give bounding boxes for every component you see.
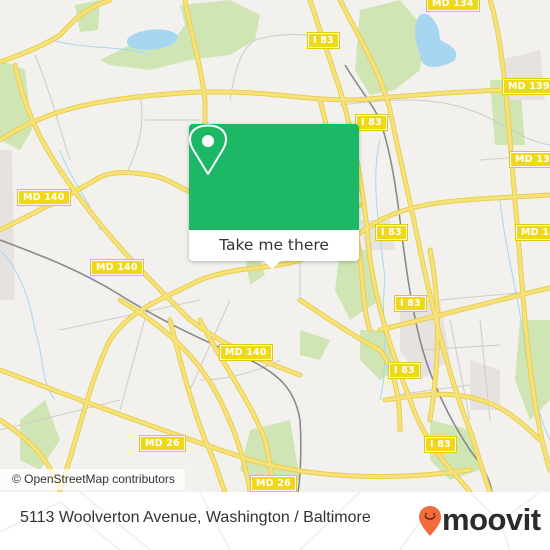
map-attribution[interactable]: © OpenStreetMap contributors: [0, 469, 185, 490]
location-popup: Take me there: [189, 124, 359, 269]
road-shield-md26: MD 26: [250, 475, 297, 492]
road-shield-md139: MD 139: [502, 78, 550, 95]
road-shield-i83: I 83: [355, 114, 388, 131]
road-shield-md139: MD 139: [509, 151, 550, 168]
popup-tail: [263, 260, 281, 269]
road-shield-i83: I 83: [394, 295, 427, 312]
moovit-wordmark: moovit: [442, 502, 541, 537]
moovit-pin-icon: [419, 506, 441, 536]
take-me-there-button[interactable]: Take me there: [189, 230, 359, 261]
address-text: 5113 Woolverton Avenue, Washington / Bal…: [20, 509, 371, 526]
road-shield-i83: I 83: [388, 362, 421, 379]
road-shield-i83: I 83: [307, 32, 340, 49]
map[interactable]: MD 134 I 83 MD 139 I 83 MD 139 MD 140 I …: [0, 0, 550, 492]
footer: 5113 Woolverton Avenue, Washington / Bal…: [0, 492, 550, 550]
road-shield-i83: I 83: [424, 436, 457, 453]
road-shield-md140: MD 140: [17, 189, 71, 206]
road-shield-md134: MD 134: [426, 0, 480, 12]
location-pin-icon: [189, 124, 227, 175]
road-shield-md140: MD 140: [219, 344, 273, 361]
popup-header: [189, 124, 359, 230]
road-shield-i83: I 83: [375, 224, 408, 241]
road-shield-md139: MD 139: [515, 224, 550, 241]
road-shield-md140: MD 140: [90, 259, 144, 276]
road-shield-md26: MD 26: [139, 435, 186, 452]
